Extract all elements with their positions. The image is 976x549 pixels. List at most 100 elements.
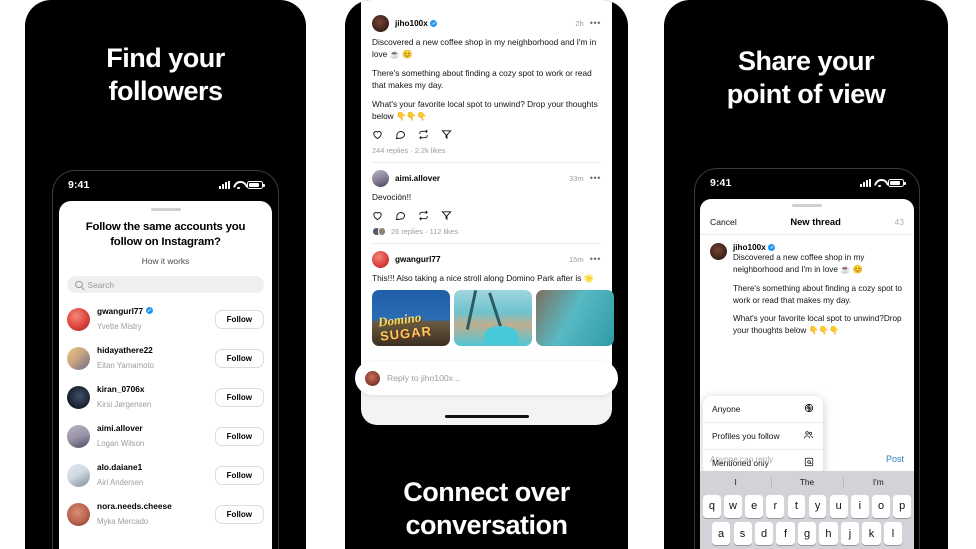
repost-icon[interactable] [418,129,429,140]
menu-item-anyone[interactable]: Anyone [703,396,823,423]
suggestion-2[interactable]: I'm [842,474,914,490]
key-l[interactable]: l [883,522,902,545]
follow-button[interactable]: Follow [214,349,264,369]
home-indicator [444,414,529,418]
verified-badge-icon [768,244,776,252]
key-j[interactable]: j [840,522,860,545]
key-k[interactable]: k [862,522,881,545]
share-icon[interactable] [441,210,452,221]
suggestion-1[interactable]: The [771,474,842,490]
key-r[interactable]: r [766,494,785,518]
menu-item-label: Anyone [712,404,741,414]
follow-button[interactable]: Follow [214,505,264,525]
people-icon [803,430,814,442]
key-o[interactable]: o [872,494,890,518]
app-store-screenshot-gallery: Find your followers 9:41 Follow the same… [0,0,976,549]
search-icon [75,280,83,289]
media-thumbnail-teal-walkway[interactable] [454,290,532,347]
key-h[interactable]: h [819,522,838,545]
key-t[interactable]: t [787,494,806,518]
follow-button[interactable]: Follow [214,427,264,447]
panel3-headline-line2: point of view [726,79,886,110]
sheet-grabber[interactable] [792,204,822,208]
key-q[interactable]: q [703,494,721,518]
composer-text[interactable]: Discovered a new coffee shop in my neigh… [733,252,904,336]
key-f[interactable]: f [776,522,795,545]
post-timestamp: 15m [568,255,584,265]
list-item-username: aimi.allover [97,422,143,433]
audience-selector[interactable]: Anyone can reply [710,455,773,464]
suggestion-0[interactable]: I [700,474,771,490]
post-button[interactable]: Post [886,454,904,464]
verified-badge-icon [145,307,153,315]
character-count: 43 [894,216,904,227]
status-bar-right: 9:41 [695,169,919,196]
repost-icon[interactable] [418,210,429,221]
search-input[interactable]: Search [67,276,264,294]
key-e[interactable]: e [745,494,764,518]
key-g[interactable]: g [797,522,817,545]
list-item[interactable]: aimi.allover Logan Wilson Follow [67,417,264,456]
on-screen-keyboard: I The I'm q w e r t y u i o p a s d f g … [700,471,914,549]
media-thumbnail-domino-sugar-sign[interactable]: Domino SUGAR [372,290,450,347]
battery-icon [888,178,906,187]
post-username: aimi.allover [395,174,441,184]
list-item[interactable]: nora.needs.cheese Myka Mercado Follow [67,495,264,534]
list-item-username: alo.daiane1 [97,461,143,472]
post-username: gwangurl77 [395,255,441,265]
screenshot-panel-connect-conversation: jiho100x 2h ••• Discovered a new coffee … [345,0,628,549]
key-i[interactable]: i [850,494,869,518]
key-w[interactable]: w [724,494,742,518]
key-a[interactable]: a [712,522,731,545]
status-time: 9:41 [68,178,90,191]
post-meta[interactable]: 244 replies · 2.2k likes [372,146,601,155]
cancel-button[interactable]: Cancel [710,217,737,227]
follow-button[interactable]: Follow [214,388,264,408]
list-item[interactable]: alo.daiane1 Airi Andersen Follow [67,456,264,495]
post-username: jiho100x [395,19,438,28]
status-indicators [219,180,265,190]
key-d[interactable]: d [754,522,774,545]
thread-post[interactable]: jiho100x 2h ••• Discovered a new coffee … [372,8,601,164]
composer-username: jiho100x [733,243,904,252]
reply-icon[interactable] [395,210,406,221]
sheet-grabber[interactable] [150,208,181,212]
key-s[interactable]: s [733,522,752,545]
like-icon[interactable] [372,129,383,140]
list-item-username: hidayathere22 [97,344,153,355]
key-y[interactable]: y [808,494,827,518]
thread-post[interactable]: gwangurl77 15m ••• This!!! Also taking a… [372,244,614,353]
reply-icon[interactable] [395,129,406,140]
post-meta[interactable]: 26 replies · 112 likes [372,227,601,236]
follow-button[interactable]: Follow [214,466,264,486]
avatar [710,243,727,261]
list-item[interactable]: kiran_0706x Kirsi Jørgensen Follow [67,378,264,417]
post-text: Devoción!! [372,192,412,203]
more-options-icon[interactable]: ••• [590,173,601,183]
share-icon[interactable] [441,129,452,140]
keyboard-suggestions: I The I'm [700,474,914,490]
follow-button[interactable]: Follow [214,310,264,330]
panel1-headline-line1: Find your [106,43,225,73]
like-icon[interactable] [372,210,383,221]
more-options-icon[interactable]: ••• [590,18,601,28]
media-thumbnail-teal-structure[interactable] [536,290,614,347]
wifi-icon [233,181,244,190]
panel1-headline: Find your followers [25,42,306,108]
list-item[interactable]: hidayathere22 Eitan Yamamoto Follow [67,339,264,378]
menu-item-profiles-you-follow[interactable]: Profiles you follow [703,423,823,450]
key-u[interactable]: u [829,494,848,518]
list-item[interactable]: gwangurl77 Yvette Mistry Follow [67,300,264,339]
how-it-works-link[interactable]: How it works [59,256,272,266]
more-options-icon[interactable]: ••• [590,254,601,264]
list-item-fullname: Airi Andersen [97,477,144,487]
phone-mockup-left: 9:41 Follow the same accounts you follow… [52,170,279,549]
cellular-signal-icon [860,178,871,187]
key-p[interactable]: p [893,494,912,518]
post-media-gallery: Domino SUGAR [372,290,614,347]
thread-post[interactable]: aimi.allover 33m ••• Devoción!! 26 repli… [372,163,601,245]
reply-input[interactable]: Reply to jiho100x... [355,361,618,395]
avatar [67,503,90,527]
list-item-fullname: Yvette Mistry [97,321,142,331]
post-text: Discovered a new coffee shop in my neigh… [372,37,598,122]
